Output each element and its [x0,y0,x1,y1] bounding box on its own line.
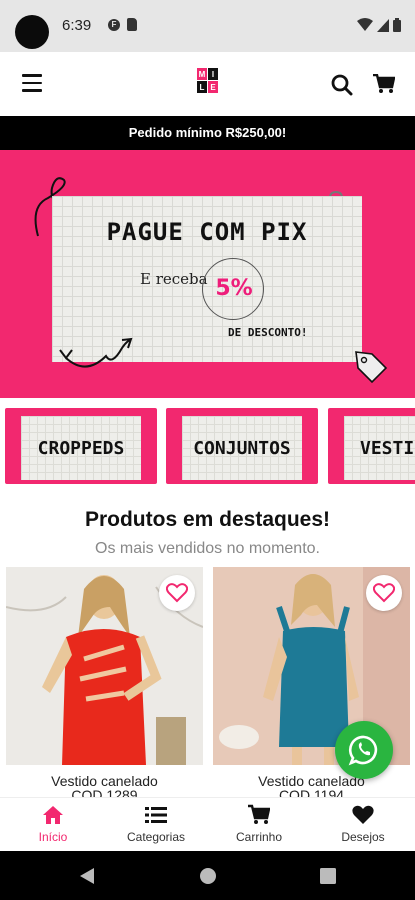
category-label: CONJUNTOS [193,438,291,459]
wifi-icon [357,18,373,31]
sd-card-icon [127,18,137,31]
heart-outline-icon [166,583,188,603]
nav-cart[interactable]: Carrinho [214,804,304,844]
category-label: CROPPEDS [37,438,125,459]
back-icon[interactable] [79,867,95,885]
list-icon [145,807,167,823]
product-price: COD 1289 [71,789,138,797]
whatsapp-icon [348,735,378,766]
svg-text:M: M [199,70,206,79]
nav-home[interactable]: Início [8,804,98,844]
store-logo[interactable]: M I L E [193,66,223,96]
whatsapp-button[interactable] [335,721,393,779]
menu-icon[interactable] [22,74,42,92]
nav-label: Carrinho [235,830,283,844]
nav-label: Categorias [126,830,186,844]
signal-icon [377,18,389,32]
category-vestidos[interactable]: VESTIDOS [328,408,415,484]
nav-label: Desejos [341,830,385,844]
featured-subtitle: Os mais vendidos no momento. [95,540,320,557]
svg-text:I: I [212,70,214,79]
featured-title: Produtos em destaques! [84,508,331,531]
heart-outline-icon [373,583,395,603]
home-button-icon[interactable] [199,867,217,885]
status-icons [357,18,401,32]
pix-promo-banner[interactable]: PAGUE COM PIX E receba 5% DE DESCONTO! [0,150,415,398]
battery-icon [393,18,401,32]
heart-icon [352,805,374,824]
banner-title: PAGUE COM PIX [106,218,308,246]
recents-icon[interactable] [320,868,336,884]
category-conjuntos[interactable]: CONJUNTOS [166,408,318,484]
cart-icon[interactable] [373,74,395,94]
product-name: Vestido canelado [258,773,365,789]
app-notification-icon: F [108,19,120,31]
svg-text:E: E [210,83,216,92]
favorite-button[interactable] [159,575,195,611]
product-card[interactable]: Vestido canelado COD 1289 [6,567,203,797]
category-label: VESTIDOS [360,438,415,459]
category-croppeds[interactable]: CROPPEDS [5,408,157,484]
svg-text:L: L [200,83,205,92]
status-bar: 6:39 F [0,0,415,52]
minimum-order-notice: Pedido mínimo R$250,00! [0,116,415,150]
camera-cutout [15,15,49,49]
product-price: COD 1194 [278,789,345,797]
status-time: 6:39 [62,17,92,34]
nav-categories[interactable]: Categorias [111,804,201,844]
cart-icon [248,804,270,824]
discount-value: 5% [215,276,253,301]
app-header: M I L E [0,52,415,116]
category-carousel[interactable]: CROPPEDS CONJUNTOS VESTIDOS [0,408,415,484]
nav-label: Início [38,830,68,844]
system-navigation-bar [0,851,415,900]
banner-subtitle: E receba [140,270,208,288]
doodle-arrow-icon [59,337,133,368]
search-icon[interactable] [331,74,353,96]
bottom-navigation: Início Categorias Carrinho Desejos [0,797,415,851]
nav-wishlist[interactable]: Desejos [318,804,408,844]
price-tag-icon [355,351,388,384]
product-name: Vestido canelado [51,773,158,789]
home-icon [43,806,63,824]
discount-text: DE DESCONTO! [228,326,308,339]
favorite-button[interactable] [366,575,402,611]
